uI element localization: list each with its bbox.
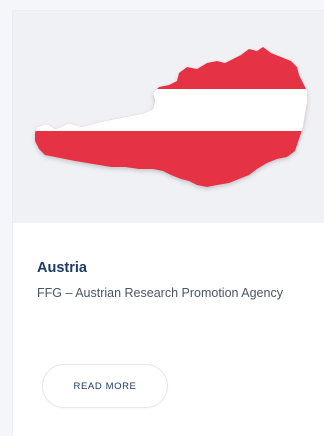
read-more-button[interactable]: READ MORE [42,364,168,408]
country-card: Austria FFG – Austrian Research Promotio… [12,10,324,436]
card-body: Austria FFG – Austrian Research Promotio… [37,259,307,304]
card-image [13,11,324,223]
austria-flag-map-icon [35,47,307,187]
card-subtitle: FFG – Austrian Research Promotion Agency [37,286,283,300]
card-title[interactable]: Austria [37,259,307,277]
